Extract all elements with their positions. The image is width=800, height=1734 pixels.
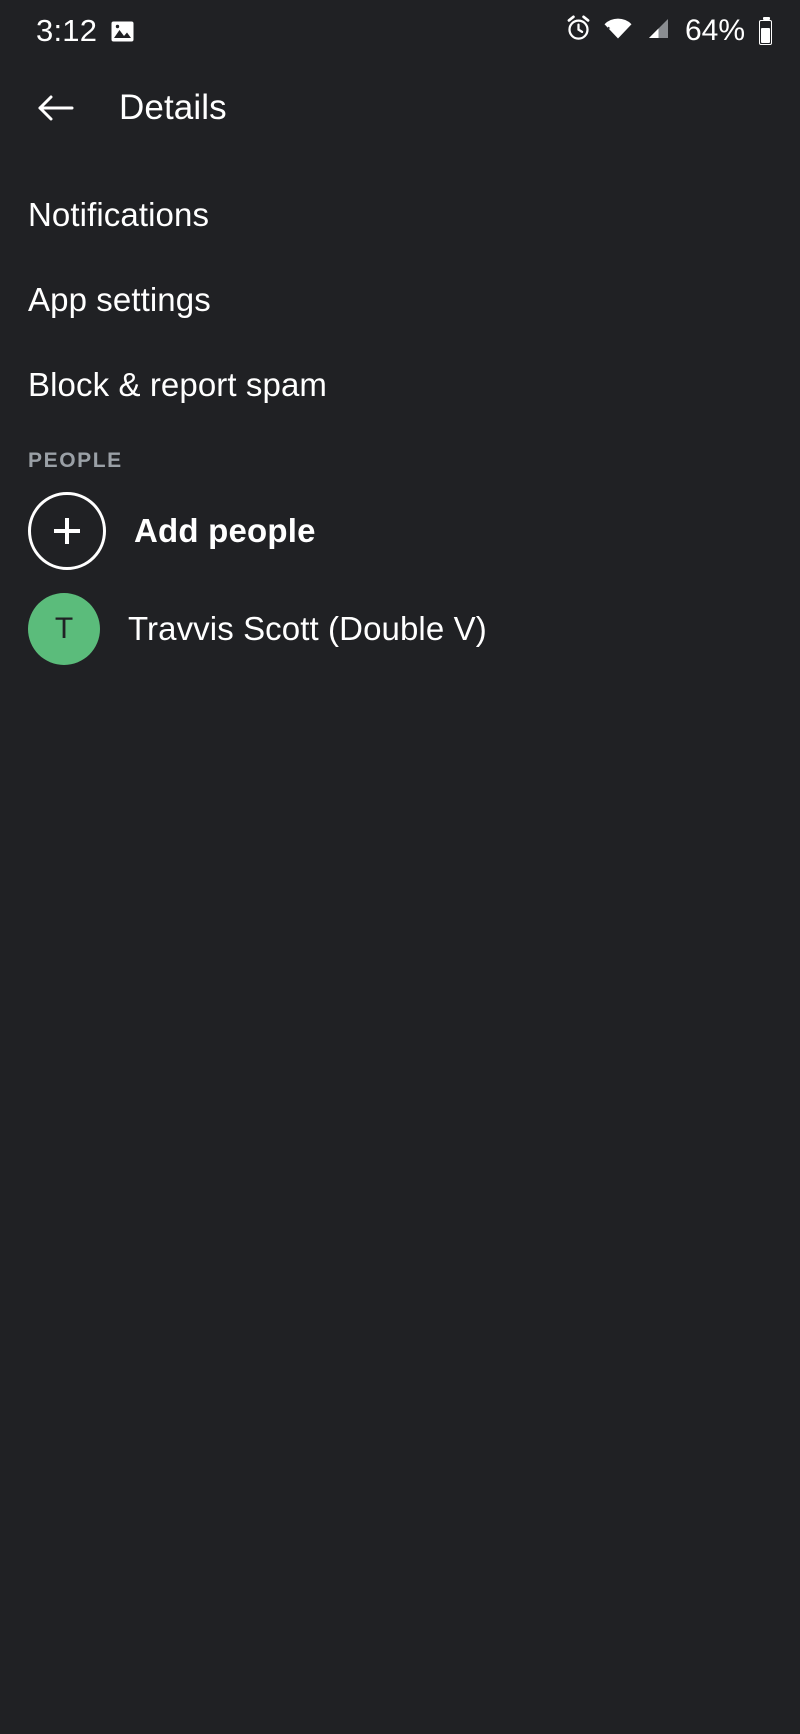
photo-icon	[111, 21, 134, 42]
cellular-signal-icon	[644, 17, 670, 46]
contact-row[interactable]: T Travvis Scott (Double V)	[0, 577, 800, 681]
avatar: T	[28, 593, 100, 665]
people-section-header: PEOPLE	[0, 427, 800, 485]
status-bar-clock: 3:12	[36, 13, 98, 48]
status-bar-left: 3:12	[36, 13, 134, 49]
settings-menu-list: Notifications App settings Block & repor…	[0, 154, 800, 427]
menu-item-label: Block & report spam	[28, 365, 328, 403]
back-arrow-icon	[38, 95, 74, 121]
wifi-icon	[603, 17, 633, 46]
section-header-label: PEOPLE	[28, 449, 123, 472]
menu-item-notifications[interactable]: Notifications	[0, 172, 800, 257]
toolbar: Details	[0, 62, 800, 154]
status-bar-right: 64%	[565, 14, 774, 48]
avatar-initial: T	[54, 612, 74, 645]
alarm-clock-icon	[565, 15, 592, 47]
page-title: Details	[119, 88, 227, 127]
menu-item-label: Notifications	[28, 195, 210, 233]
plus-circle-icon	[28, 492, 106, 570]
menu-item-block-report-spam[interactable]: Block & report spam	[0, 342, 800, 427]
status-bar: 3:12 64%	[0, 0, 800, 62]
contact-name: Travvis Scott (Double V)	[128, 610, 487, 647]
battery-icon	[759, 17, 774, 45]
battery-percentage-label: 64%	[684, 14, 745, 47]
back-button[interactable]	[28, 81, 82, 135]
menu-item-app-settings[interactable]: App settings	[0, 257, 800, 342]
menu-item-label: App settings	[28, 280, 211, 318]
add-people-label: Add people	[134, 512, 316, 549]
add-people-row[interactable]: Add people	[0, 485, 800, 577]
